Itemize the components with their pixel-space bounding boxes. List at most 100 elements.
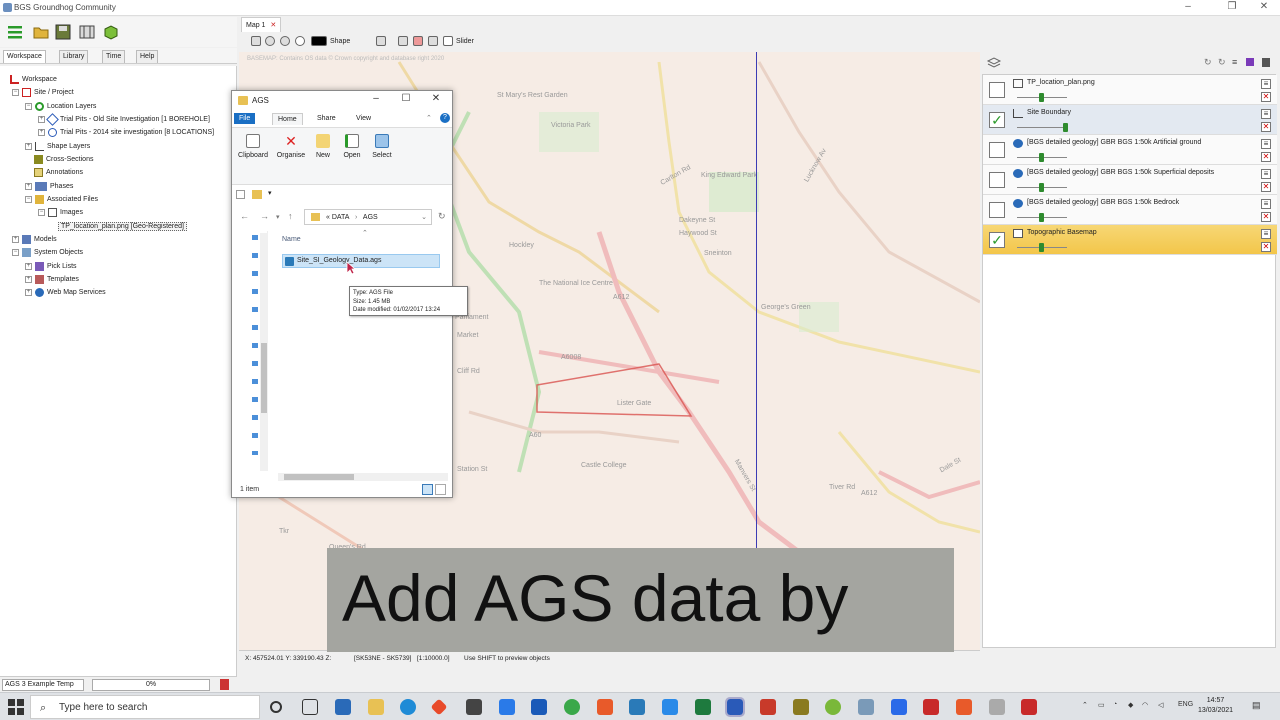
app-icon[interactable] bbox=[430, 698, 448, 716]
battery-icon[interactable]: ▭ bbox=[1098, 701, 1105, 709]
tree-item-cross-sections[interactable]: Cross-Sections bbox=[34, 153, 93, 165]
restore-button[interactable]: ❐ bbox=[1220, 1, 1244, 12]
cortana-icon[interactable] bbox=[270, 701, 282, 713]
zoom-in-icon[interactable] bbox=[265, 36, 275, 46]
template-select[interactable]: AGS 3 Example Temp bbox=[2, 679, 84, 691]
notifications-icon[interactable]: ▤ bbox=[1252, 700, 1261, 711]
tree-item-tp-location-plan[interactable]: TP_location_plan.png [Geo-Registered] bbox=[58, 220, 187, 232]
task-view-icon[interactable] bbox=[302, 699, 318, 715]
clipboard-button[interactable]: Clipboard bbox=[238, 132, 268, 178]
menu-icon[interactable] bbox=[6, 23, 24, 41]
tree-item-workspace[interactable]: Workspace bbox=[10, 73, 57, 85]
explorer-close-button[interactable]: ✕ bbox=[426, 93, 446, 104]
path-segment[interactable]: AGS bbox=[363, 214, 378, 221]
layer-row[interactable]: [BGS detailed geology] GBR BGS 1:50k Bed… bbox=[983, 195, 1277, 225]
open-folder-icon[interactable] bbox=[32, 23, 50, 41]
expand-icon[interactable]: + bbox=[12, 235, 19, 243]
network-icon[interactable]: ◔ bbox=[1113, 701, 1117, 708]
ribbon-collapse-icon[interactable]: ⌃ bbox=[426, 114, 432, 122]
layer-properties-icon[interactable]: ≡ bbox=[1261, 229, 1271, 239]
zoom-extent-icon[interactable] bbox=[251, 36, 261, 46]
back-icon[interactable]: ← bbox=[240, 211, 249, 221]
tab-workspace[interactable]: Workspace bbox=[3, 50, 46, 63]
layer-properties-icon[interactable]: ≡ bbox=[1261, 79, 1271, 89]
app-icon[interactable] bbox=[1021, 699, 1037, 715]
layer-row[interactable]: [BGS detailed geology] GBR BGS 1:50k Art… bbox=[983, 135, 1277, 165]
store-app-icon[interactable] bbox=[466, 699, 482, 715]
layer-visibility-checkbox[interactable]: ✓ bbox=[989, 232, 1005, 248]
tree-item-site-project[interactable]: − Site / Project bbox=[12, 86, 74, 98]
opacity-slider[interactable] bbox=[1039, 213, 1044, 222]
zoom-app-icon[interactable] bbox=[662, 699, 678, 715]
select-button[interactable]: Select bbox=[367, 132, 397, 178]
customize-dropdown-icon[interactable]: ▾ bbox=[268, 189, 272, 197]
path-box[interactable]: « DATA › AGS ⌄ bbox=[304, 209, 432, 225]
groundhog-app-icon[interactable] bbox=[793, 699, 809, 715]
explorer-maximize-button[interactable]: ☐ bbox=[396, 93, 416, 104]
delete-icon[interactable] bbox=[220, 679, 229, 690]
layer-properties-icon[interactable]: ≡ bbox=[1261, 139, 1271, 149]
dropbox-tray-icon[interactable]: ◆ bbox=[1128, 701, 1133, 709]
tree-item-associated-files[interactable]: − Associated Files bbox=[25, 193, 98, 205]
tree-item-location-layers[interactable]: − Location Layers bbox=[25, 100, 96, 112]
collapse-icon[interactable]: − bbox=[25, 102, 32, 110]
export-icon[interactable] bbox=[398, 36, 408, 46]
forward-icon[interactable]: → bbox=[260, 211, 269, 221]
word-app-icon[interactable] bbox=[725, 697, 745, 717]
app-icon[interactable] bbox=[989, 699, 1005, 715]
acrobat-app-icon[interactable] bbox=[923, 699, 939, 715]
help-icon[interactable]: ? bbox=[440, 113, 450, 123]
layer-remove-icon[interactable]: ✕ bbox=[1261, 212, 1271, 222]
layer-remove-icon[interactable]: ✕ bbox=[1261, 122, 1271, 132]
scroll-thumb[interactable] bbox=[261, 343, 267, 413]
layer-remove-icon[interactable]: ✕ bbox=[1261, 242, 1271, 252]
refresh-icon[interactable]: ↻ bbox=[438, 211, 446, 222]
refresh-icon[interactable]: ↻ bbox=[1204, 57, 1212, 68]
redo-icon[interactable]: ↻ bbox=[1218, 57, 1226, 68]
delete-layer-icon[interactable] bbox=[1262, 58, 1270, 67]
open-button[interactable]: Open bbox=[337, 132, 367, 178]
opacity-slider[interactable] bbox=[1039, 243, 1044, 252]
app-icon[interactable] bbox=[825, 699, 841, 715]
tree-item-web-map-services[interactable]: + Web Map Services bbox=[25, 286, 106, 298]
horizontal-scrollbar[interactable] bbox=[278, 473, 448, 481]
path-segment[interactable]: DATA bbox=[332, 214, 349, 221]
tree-item-pick-lists[interactable]: + Pick Lists bbox=[25, 260, 77, 272]
file-explorer-app-icon[interactable] bbox=[368, 699, 384, 715]
explorer-titlebar[interactable]: AGS – ☐ ✕ bbox=[232, 91, 452, 111]
ribbon-tab-file[interactable]: File bbox=[234, 113, 256, 124]
edge-app-icon[interactable] bbox=[400, 699, 416, 715]
tree-item-system-objects[interactable]: − System Objects bbox=[12, 246, 83, 258]
layer-visibility-checkbox[interactable] bbox=[989, 172, 1005, 188]
expand-icon[interactable]: + bbox=[25, 262, 32, 270]
tab-time[interactable]: Time bbox=[102, 50, 126, 63]
explorer-minimize-button[interactable]: – bbox=[366, 93, 386, 104]
tree-item-images[interactable]: − Images bbox=[38, 206, 83, 218]
collapse-icon[interactable]: − bbox=[38, 208, 45, 216]
layer-visibility-checkbox[interactable] bbox=[989, 142, 1005, 158]
expand-icon[interactable]: + bbox=[38, 115, 45, 123]
close-button[interactable]: ✕ bbox=[1252, 1, 1276, 12]
properties-icon[interactable] bbox=[236, 190, 245, 199]
windows-start-icon[interactable] bbox=[8, 699, 24, 715]
recent-dropdown-icon[interactable]: ▾ bbox=[276, 213, 280, 221]
expand-icon[interactable]: + bbox=[38, 128, 45, 136]
layer-properties-icon[interactable]: ≡ bbox=[1261, 169, 1271, 179]
taskbar-search-input[interactable]: ⌕ Type here to search bbox=[30, 695, 260, 719]
nav-vertical-scrollbar[interactable] bbox=[260, 233, 268, 471]
organise-button[interactable]: ✕ Organise bbox=[276, 132, 306, 178]
collapse-icon[interactable]: − bbox=[25, 195, 32, 203]
zoom-out-icon[interactable] bbox=[280, 36, 290, 46]
app-icon[interactable] bbox=[956, 699, 972, 715]
tree-item-trial-pits-old[interactable]: + Trial Pits - Old Site Investigation [1… bbox=[38, 112, 210, 126]
slider-toggle[interactable]: Slider bbox=[443, 36, 474, 46]
tree-item-annotations[interactable]: Annotations bbox=[34, 166, 83, 178]
layer-row[interactable]: [BGS detailed geology] GBR BGS 1:50k Sup… bbox=[983, 165, 1277, 195]
up-icon[interactable]: ↑ bbox=[288, 211, 293, 221]
layer-properties-icon[interactable]: ≡ bbox=[1261, 109, 1271, 119]
opacity-slider[interactable] bbox=[1063, 123, 1068, 132]
opacity-slider[interactable] bbox=[1039, 153, 1044, 162]
new-button[interactable]: New bbox=[308, 132, 338, 178]
expand-icon[interactable]: + bbox=[25, 288, 32, 296]
opacity-slider[interactable] bbox=[1039, 183, 1044, 192]
